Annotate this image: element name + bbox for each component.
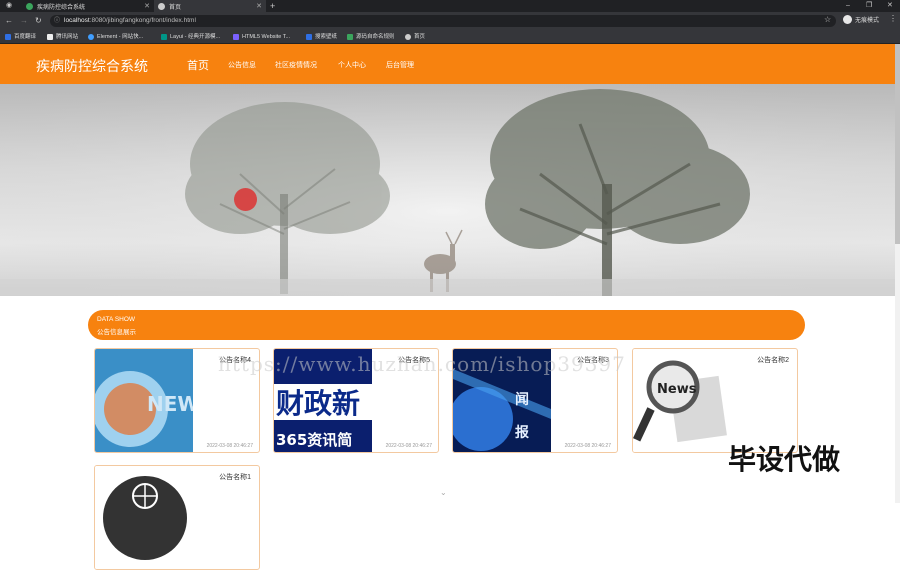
bookmark-label: 搜索壁纸 [315, 34, 338, 40]
section-header: DATA SHOW 公告信息展示 [88, 310, 805, 340]
card-title: 公告名称1 [219, 474, 251, 481]
bookmark-label: 百度翻译 [14, 34, 37, 40]
card-title: 公告名称2 [757, 357, 789, 364]
reload-icon[interactable]: ↻ [35, 16, 42, 26]
svg-text:News: News [657, 382, 697, 397]
url-field[interactable]: ⓘ localhost:8080/jibingfangkong/front/in… [50, 15, 836, 27]
bookmark-label: 首页 [414, 34, 426, 40]
info-icon[interactable]: ⓘ [54, 15, 60, 27]
close-window-button[interactable]: ✕ [887, 0, 893, 12]
browser-menu-icon[interactable]: ⋮ [889, 14, 897, 23]
nav-community-epidemic[interactable]: 社区疫情情况 [275, 60, 317, 70]
svg-text:财政新: 财政新 [276, 387, 360, 420]
svg-text:NEW: NEW [147, 392, 193, 416]
bookmark-item[interactable]: Layui - 经典开源模... [161, 32, 220, 42]
profile-label: 无痕模式 [855, 18, 880, 24]
close-tab-icon[interactable]: ✕ [144, 2, 150, 10]
nav-home[interactable]: 首页 [187, 57, 209, 73]
watermark-text: 毕设代做 [728, 444, 841, 475]
bookmark-label: Layui - 经典开源模... [170, 34, 221, 40]
banner-foggy-trees-image [0, 84, 895, 296]
bookmark-item[interactable]: HTML5 Website T... [233, 32, 290, 42]
chrome-menu-icon[interactable]: ◉ [6, 0, 12, 12]
section-title-en: DATA SHOW [97, 316, 136, 323]
bookmark-star-icon[interactable]: ☆ [824, 15, 831, 24]
announcement-card[interactable]: 公告名称1 [94, 465, 260, 570]
card-date: 2022-03-08 20:46:27 [385, 443, 432, 449]
incognito-icon [843, 15, 852, 24]
bookmark-label: Element - 网站快... [97, 34, 144, 40]
tab-favicon-icon [158, 2, 165, 10]
forward-icon[interactable]: → [20, 16, 28, 26]
bookmark-label: HTML5 Website T... [242, 34, 291, 40]
tab-favicon-icon [26, 2, 33, 10]
news-magnifier-image: News [633, 349, 731, 452]
address-toolbar: ← → ↻ ⓘ localhost:8080/jibingfangkong/fr… [0, 12, 900, 30]
mouse-cursor-highlight [234, 188, 257, 211]
page-scrollbar[interactable] [895, 44, 900, 503]
card-date: 2022-03-08 20:46:27 [564, 443, 611, 449]
profile-button[interactable]: 无痕模式 [843, 15, 879, 24]
bookmark-icon [347, 34, 353, 40]
bookmark-icon [88, 34, 94, 40]
watermark-url: https://www.huzhan.com/ishop39397 [218, 352, 626, 376]
bookmark-label: 腾讯网站 [56, 34, 79, 40]
browser-tab-strip: ◉ 疾病防控综合系统 ✕ 首页 ✕ + – ❐ ✕ [0, 0, 900, 12]
restore-button[interactable]: ❐ [866, 0, 872, 12]
bookmark-item[interactable]: Element - 网站快... [88, 32, 143, 42]
bookmark-item[interactable]: 腾讯网站 [47, 32, 78, 42]
tab-home[interactable]: 首页 ✕ [154, 0, 266, 12]
nav-admin[interactable]: 后台管理 [386, 60, 414, 70]
url-path: :8080/jibingfangkong/front/index.html [89, 17, 196, 24]
bookmark-icon [161, 34, 167, 40]
section-title-cn: 公告信息展示 [97, 329, 136, 336]
close-tab-icon[interactable]: ✕ [256, 2, 262, 10]
bookmarks-bar: 百度翻译 腾讯网站 Element - 网站快... Layui - 经典开源模… [0, 30, 900, 44]
url-host: localhost [64, 17, 90, 24]
bookmark-icon [405, 34, 411, 40]
bookmark-item[interactable]: 搜索壁纸 [306, 32, 337, 42]
svg-text:闻: 闻 [515, 391, 529, 408]
tab-label: 疾病防控综合系统 [37, 4, 86, 11]
bookmark-icon [47, 34, 53, 40]
site-brand: 疾病防控综合系统 [36, 58, 148, 74]
banner-carousel[interactable] [0, 84, 895, 296]
minimize-button[interactable]: – [846, 0, 850, 12]
bookmark-icon [306, 34, 312, 40]
scrollbar-thumb[interactable] [895, 44, 900, 244]
globe-icon-image [95, 466, 193, 569]
new-tab-button[interactable]: + [270, 0, 275, 12]
news-globe-image: NEW [95, 349, 193, 452]
svg-text:365资讯简: 365资讯简 [276, 431, 352, 449]
bookmark-item[interactable]: 源码自命名规则 [347, 32, 395, 42]
tab-label: 首页 [169, 4, 182, 11]
svg-text:报: 报 [515, 425, 529, 441]
tab-system[interactable]: 疾病防控综合系统 ✕ [20, 0, 154, 12]
bookmark-icon [5, 34, 11, 40]
card-date: 2022-03-08 20:46:27 [206, 443, 253, 449]
site-header: 疾病防控综合系统 首页 公告信息 社区疫情情况 个人中心 后台管理 [0, 44, 895, 84]
back-icon[interactable]: ← [5, 16, 13, 26]
nav-announcements[interactable]: 公告信息 [228, 60, 256, 70]
bookmark-item[interactable]: 百度翻译 [5, 32, 36, 42]
bookmark-item[interactable]: 首页 [405, 32, 425, 42]
bookmark-label: 源码自命名规则 [356, 34, 395, 40]
bookmark-icon [233, 34, 239, 40]
chevron-down-icon: ⌄ [440, 488, 447, 497]
nav-personal-center[interactable]: 个人中心 [338, 60, 366, 70]
